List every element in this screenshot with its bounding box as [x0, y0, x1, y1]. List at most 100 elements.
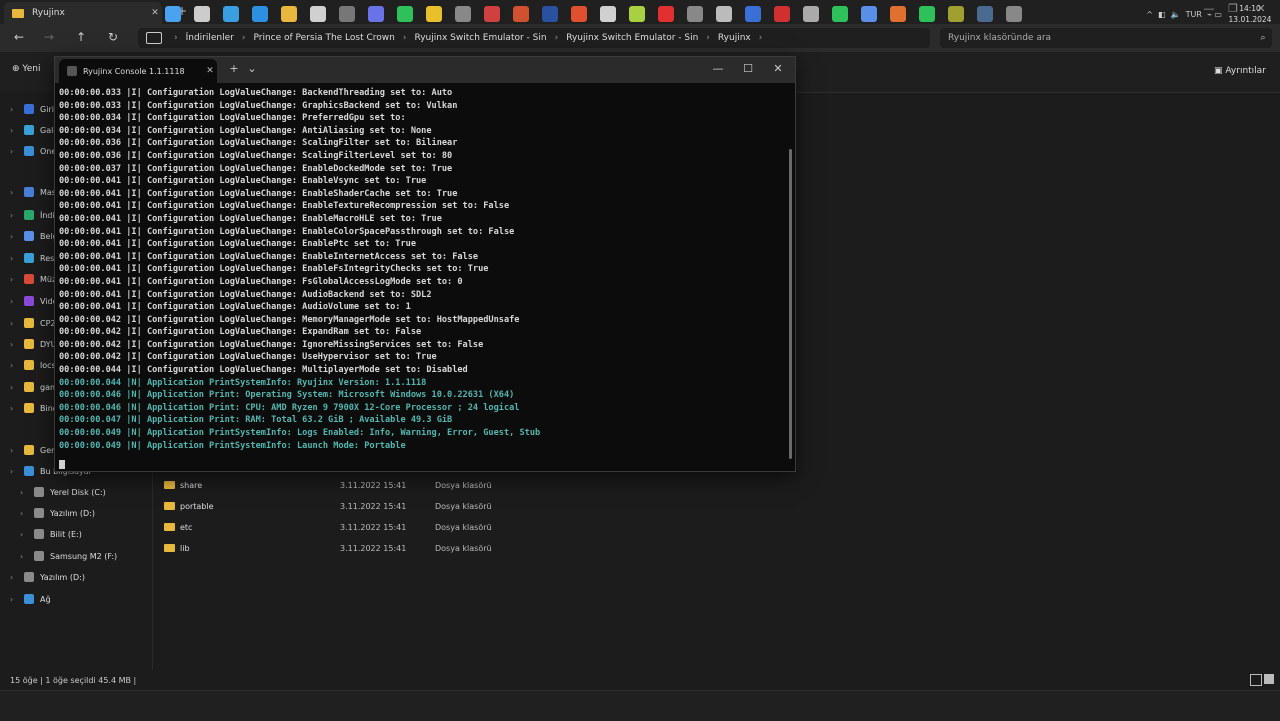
- chevron-right-icon: ›: [241, 33, 246, 43]
- breadcrumb-item[interactable]: Ryujinx: [712, 33, 757, 43]
- sidebar-item[interactable]: › Yazılım (D:): [10, 568, 85, 586]
- up-button[interactable]: ↑: [72, 30, 90, 46]
- app-icon[interactable]: [542, 6, 558, 22]
- chevron-right-icon[interactable]: ›: [10, 595, 20, 604]
- spotify-icon[interactable]: [397, 6, 413, 22]
- chrome-icon[interactable]: [426, 6, 442, 22]
- new-button[interactable]: ⊕ Yeni: [12, 64, 40, 74]
- close-tab-icon[interactable]: ✕: [148, 8, 162, 18]
- steam-icon[interactable]: [977, 6, 993, 22]
- whatsapp-icon[interactable]: [919, 6, 935, 22]
- chevron-right-icon[interactable]: ›: [10, 361, 20, 370]
- sidebar-item[interactable]: › Yerel Disk (C:): [20, 483, 106, 501]
- chevron-right-icon[interactable]: ›: [10, 340, 20, 349]
- explorer-tab[interactable]: Ryujinx ✕: [4, 2, 162, 24]
- chevron-right-icon[interactable]: ›: [10, 126, 20, 135]
- breadcrumb-item[interactable]: Ryujinx Switch Emulator - Sin: [408, 33, 552, 43]
- close-window-button[interactable]: ✕: [769, 62, 787, 75]
- sidebar-item[interactable]: › DYU: [10, 335, 56, 353]
- app-icon[interactable]: [687, 6, 703, 22]
- chevron-right-icon[interactable]: ›: [10, 147, 20, 156]
- app-icon[interactable]: [716, 6, 732, 22]
- app-icon[interactable]: [948, 6, 964, 22]
- terminal-icon[interactable]: [1006, 6, 1022, 22]
- scrollbar[interactable]: [789, 149, 792, 459]
- ryujinx-console-window[interactable]: Ryujinx Console 1.1.1118 ✕ + ⌄ — ☐ ✕ 00:…: [54, 56, 796, 472]
- store-icon[interactable]: [310, 6, 326, 22]
- app-icon[interactable]: [803, 6, 819, 22]
- sidebar-item[interactable]: › Yazılım (D:): [20, 504, 95, 522]
- app-icon[interactable]: [861, 6, 877, 22]
- sidebar-item[interactable]: › locs: [10, 356, 56, 374]
- chevron-right-icon[interactable]: ›: [20, 488, 30, 497]
- chevron-right-icon[interactable]: ›: [10, 573, 20, 582]
- computer-icon: [146, 32, 162, 44]
- app-icon[interactable]: [629, 6, 645, 22]
- app-icon[interactable]: [745, 6, 761, 22]
- new-tab-button[interactable]: +: [225, 62, 243, 75]
- chevron-right-icon[interactable]: ›: [20, 552, 30, 561]
- app-icon[interactable]: [600, 6, 616, 22]
- chevron-right-icon[interactable]: ›: [10, 105, 20, 114]
- tiles-view-icon[interactable]: [1264, 674, 1274, 684]
- search-box[interactable]: Ryujinx klasöründe ara ⌕: [940, 28, 1272, 48]
- chevron-down-icon[interactable]: ⌄: [243, 62, 261, 75]
- discord-icon[interactable]: [368, 6, 384, 22]
- refresh-button[interactable]: ↻: [104, 30, 122, 46]
- breadcrumb-item[interactable]: Ryujinx Switch Emulator - Sin: [560, 33, 704, 43]
- app-icon[interactable]: [774, 6, 790, 22]
- app-icon[interactable]: [455, 6, 471, 22]
- minimize-button[interactable]: —: [709, 62, 727, 75]
- chevron-right-icon[interactable]: ›: [20, 530, 30, 539]
- details-view-icon[interactable]: [1250, 674, 1262, 686]
- chevron-right-icon[interactable]: ›: [10, 188, 20, 197]
- start-icon[interactable]: [165, 6, 181, 22]
- sidebar-item[interactable]: › Ağ: [10, 590, 51, 608]
- chevron-right-icon[interactable]: ›: [10, 232, 20, 241]
- close-tab-icon[interactable]: ✕: [203, 66, 217, 76]
- file-row[interactable]: lib 3.11.2022 15:41 Dosya klasörü: [164, 539, 492, 557]
- breadcrumb-item[interactable]: Prince of Persia The Lost Crown: [247, 33, 400, 43]
- maximize-button[interactable]: ☐: [739, 62, 757, 75]
- app-icon[interactable]: [484, 6, 500, 22]
- chevron-right-icon[interactable]: ›: [10, 446, 20, 455]
- breadcrumb-item[interactable]: İndirilenler: [180, 33, 240, 43]
- explorer-icon[interactable]: [281, 6, 297, 22]
- app-icon[interactable]: [890, 6, 906, 22]
- app-icon[interactable]: [658, 6, 674, 22]
- chevron-right-icon[interactable]: ›: [20, 509, 30, 518]
- chevron-right-icon[interactable]: ›: [10, 404, 20, 413]
- search-input[interactable]: Ryujinx klasöründe ara: [940, 33, 1254, 43]
- system-tray[interactable]: ^ ◧ 🔈 TUR ⌁ ▭: [1146, 10, 1222, 19]
- sidebar-item[interactable]: › Bilit (E:): [20, 525, 82, 543]
- chevron-right-icon[interactable]: ›: [10, 254, 20, 263]
- app-icon[interactable]: [339, 6, 355, 22]
- address-bar[interactable]: › İndirilenler › Prince of Persia The Lo…: [138, 28, 930, 48]
- back-button[interactable]: ←: [10, 30, 28, 46]
- app-icon[interactable]: [513, 6, 529, 22]
- clock[interactable]: 14:10 13.01.2024: [1228, 3, 1272, 25]
- search-icon[interactable]: [194, 6, 210, 22]
- edge-icon[interactable]: [223, 6, 239, 22]
- chevron-right-icon[interactable]: ›: [10, 211, 20, 220]
- sidebar-item[interactable]: › Samsung M2 (F:): [20, 547, 117, 565]
- file-row[interactable]: etc 3.11.2022 15:41 Dosya klasörü: [164, 518, 492, 536]
- file-row[interactable]: share 3.11.2022 15:41 Dosya klasörü: [164, 476, 492, 494]
- details-button[interactable]: ▣ Ayrıntılar: [1214, 66, 1266, 76]
- new-button-label: Yeni: [22, 64, 41, 74]
- sidebar-item[interactable]: › Giriş: [10, 100, 58, 118]
- chevron-right-icon[interactable]: ›: [10, 319, 20, 328]
- forward-button[interactable]: →: [40, 30, 58, 46]
- chevron-right-icon[interactable]: ›: [10, 383, 20, 392]
- chevron-right-icon[interactable]: ›: [10, 467, 20, 476]
- chevron-right-icon[interactable]: ›: [10, 297, 20, 306]
- console-tab[interactable]: Ryujinx Console 1.1.1118 ✕: [59, 59, 217, 83]
- language-indicator[interactable]: TUR: [1186, 10, 1202, 19]
- file-row[interactable]: portable 3.11.2022 15:41 Dosya klasörü: [164, 497, 492, 515]
- sidebar-item[interactable]: › Bino: [10, 399, 58, 417]
- sidebar-item[interactable]: › CP2: [10, 314, 56, 332]
- chevron-right-icon[interactable]: ›: [10, 275, 20, 284]
- vscode-icon[interactable]: [252, 6, 268, 22]
- brave-icon[interactable]: [571, 6, 587, 22]
- app-icon[interactable]: [832, 6, 848, 22]
